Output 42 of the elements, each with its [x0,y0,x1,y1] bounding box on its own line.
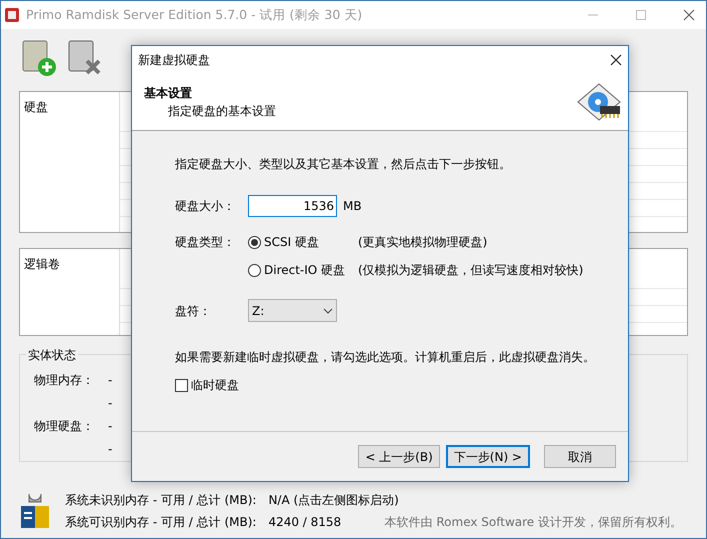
checkbox-label[interactable]: 临时硬盘 [191,376,239,394]
wizard-button[interactable]: < 上一步(B) [358,445,440,468]
option-label[interactable]: SCSI 硬盘 [264,233,319,251]
field-value: - [108,441,112,458]
dialog-title: 新建虚拟硬盘 [138,52,211,68]
group-title: 实体状态 [26,346,78,364]
caret-icon [323,308,333,314]
status-label: 系统未识别内存 - 可用 / 总计 (MB): [65,492,256,509]
status-label: 系统可识别内存 - 可用 / 总计 (MB): [65,514,256,531]
field-label: 盘符： [175,304,211,318]
note-text: 如果需要新建临时虚拟硬盘，请勾选此选项。计算机重启后，此虚拟硬盘消失。 [175,349,595,366]
column-heading: 硬盘 [24,100,48,114]
close-icon[interactable] [683,9,695,21]
intro-text: 指定硬盘大小、类型以及其它基本设置，然后点击下一步按钮。 [175,156,511,173]
field-value: - [108,372,112,389]
close-icon[interactable] [610,54,622,66]
status-value: 4240 / 8158 [268,514,342,531]
column-heading: 逻辑卷 [24,257,60,271]
size-input[interactable]: 1536 [248,195,337,217]
dialog-heading: 基本设置 [144,84,192,102]
radio-button[interactable] [248,236,261,248]
disc-chip-icon [576,82,622,122]
field-label: 物理内存： [34,373,94,387]
window-title: Primo Ramdisk Server Edition 5.7.0 - 试用 (剩余 30 天) [26,6,364,24]
checkbox[interactable] [175,378,188,392]
dialog-subheading: 指定硬盘的基本设置 [168,102,276,120]
option-note: (更真实地模拟物理硬盘) [358,234,488,251]
option-label[interactable]: Direct-IO 硬盘 [264,261,346,279]
option-note: (仅模拟为逻辑硬盘，但读写速度相对较快) [358,262,584,279]
unit-label: MB [343,198,362,215]
copyright-text: 本软件由 Romex Software 设计开发，保留所有权利。 [384,514,682,531]
drive-select[interactable]: Z: [248,299,337,322]
field-label: 硬盘大小： [175,199,235,213]
wizard-button[interactable]: 取消 [544,445,616,468]
field-label: 物理硬盘： [34,419,94,433]
wizard-button[interactable]: 下一步(N) > [446,445,530,468]
field-label: 硬盘类型： [175,235,235,249]
field-value: - [108,395,112,412]
field-value: - [108,418,112,435]
radio-button[interactable] [248,264,261,276]
app-icon [4,7,20,23]
status-value: N/A (点击左侧图标启动) [268,492,399,509]
